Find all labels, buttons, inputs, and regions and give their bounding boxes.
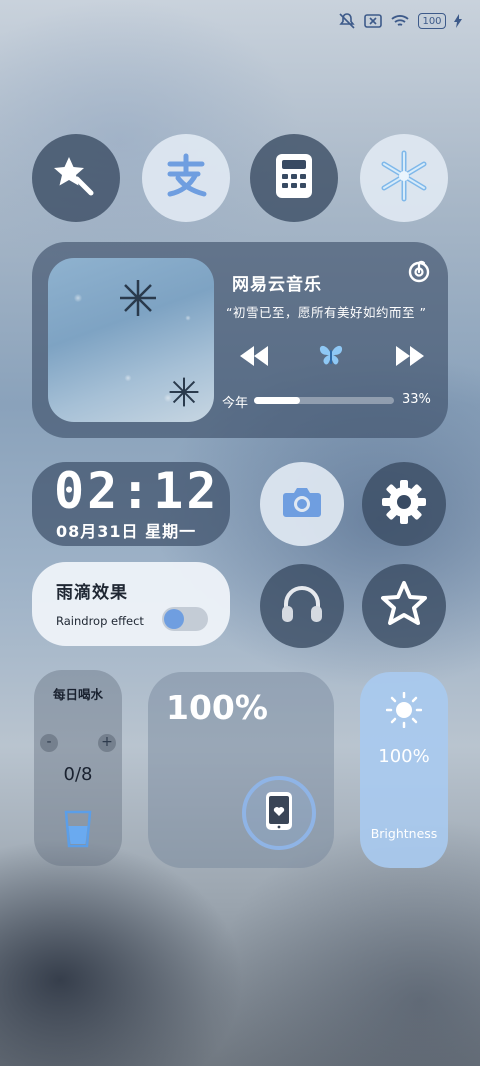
- battery-icon: 100: [418, 13, 446, 29]
- raindrop-subtitle: Raindrop effect: [56, 614, 144, 628]
- camera-app-button[interactable]: [260, 462, 344, 546]
- brightness-percent: 100%: [378, 746, 430, 767]
- toggle-knob: [164, 609, 184, 629]
- phone-heart-icon: [265, 791, 293, 835]
- star-shooting-icon: [53, 153, 99, 203]
- phone-battery-ring: [242, 776, 316, 850]
- progress-fill: [254, 397, 301, 404]
- clock-date: 08月31日 星期一: [56, 522, 197, 541]
- progress-bar: [254, 397, 394, 404]
- gear-icon: [380, 478, 428, 530]
- raindrop-widget: 雨滴效果 Raindrop effect: [32, 562, 230, 646]
- clock-widget[interactable]: 02:12 08月31日 星期一: [32, 462, 230, 546]
- camera-icon: [282, 486, 322, 522]
- status-bar: 100: [338, 10, 462, 32]
- water-count: 0/8: [63, 764, 93, 785]
- battery-widget: 100%: [148, 672, 334, 868]
- star-app-button-2[interactable]: [362, 564, 446, 648]
- star-app-button[interactable]: [32, 134, 120, 222]
- alipay-app-button[interactable]: [142, 134, 230, 222]
- headphones-app-button[interactable]: [260, 564, 344, 648]
- water-minus-button[interactable]: -: [40, 734, 58, 752]
- sim-off-icon: [364, 13, 382, 29]
- sun-icon: [385, 691, 423, 732]
- snowflake-decoration-icon: [169, 377, 199, 407]
- music-app-name: 网易云音乐: [232, 275, 322, 295]
- settings-app-button[interactable]: [362, 462, 446, 546]
- brightness-widget[interactable]: 100% Brightness: [360, 672, 448, 868]
- raindrop-title: 雨滴效果: [56, 583, 128, 603]
- clock-time: 02:12: [54, 462, 220, 520]
- battery-level: 100: [422, 15, 442, 27]
- progress-percent: 33%: [402, 392, 431, 407]
- previous-track-button[interactable]: [240, 346, 268, 370]
- star-icon: [379, 579, 429, 633]
- snowflake-decoration-icon: [120, 280, 156, 316]
- mute-icon: [338, 12, 356, 30]
- album-cover[interactable]: [48, 258, 214, 422]
- netease-music-icon[interactable]: [406, 258, 432, 288]
- water-plus-button[interactable]: +: [98, 734, 116, 752]
- water-widget: 每日喝水 - + 0/8: [34, 670, 122, 866]
- next-track-button[interactable]: [396, 346, 424, 370]
- battery-percent: 100%: [166, 688, 268, 727]
- progress-label: 今年: [222, 396, 249, 411]
- calculator-icon: [276, 154, 312, 202]
- butterfly-icon[interactable]: [318, 342, 344, 372]
- headphones-icon: [278, 580, 326, 632]
- wifi-icon: [390, 13, 410, 29]
- alipay-icon: [162, 152, 210, 204]
- charging-icon: [454, 14, 462, 28]
- snowflake-icon: [377, 149, 431, 207]
- water-title: 每日喝水: [52, 687, 103, 702]
- snowflake-app-button[interactable]: [360, 134, 448, 222]
- raindrop-toggle[interactable]: [162, 607, 208, 631]
- music-widget[interactable]: 网易云音乐 “初雪已至，愿所有美好如约而至 ” 今年 33%: [32, 242, 448, 438]
- calculator-app-button[interactable]: [250, 134, 338, 222]
- song-quote: “初雪已至，愿所有美好如约而至 ”: [226, 305, 427, 320]
- water-glass-icon: [64, 810, 92, 852]
- brightness-label: Brightness: [370, 826, 438, 841]
